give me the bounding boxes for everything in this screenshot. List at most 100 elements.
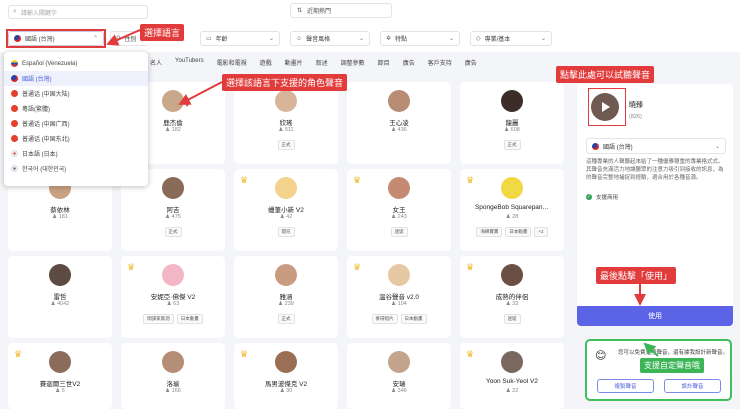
voice-card-uses-value: 436 bbox=[397, 127, 407, 133]
voice-card[interactable]: ♛ 女王 ♟ 243 迷诞 bbox=[347, 169, 451, 251]
voice-card[interactable]: ♛ 溫谷聲音 v2.0 ♟ 104 麥環唱片 日本動畫 bbox=[347, 256, 451, 338]
use-button[interactable]: 使用 bbox=[577, 306, 733, 326]
voice-card[interactable]: ♛ SpongeBob Squarepan… ♟ 28 海綿寶寶 日本動畫 +2 bbox=[460, 169, 564, 251]
crown-icon: ♛ bbox=[14, 349, 23, 359]
language-option[interactable]: 普通话 (中国东北) bbox=[4, 131, 148, 146]
heart-icon[interactable]: ♥ bbox=[183, 102, 191, 110]
voice-card[interactable]: ♛ 安妮亞·佛傑 V2 ♟ 63 間諜家家酒 日本動畫 bbox=[121, 256, 225, 338]
tab-9[interactable]: 客戶支持 bbox=[428, 58, 452, 72]
sort-dropdown[interactable]: ⇅ 近期熱門 bbox=[290, 3, 392, 18]
search-input[interactable]: ⌕ 請輸入關鍵字 bbox=[8, 5, 148, 19]
tab-0[interactable]: 名人 bbox=[150, 58, 162, 72]
voice-tag: 正式 bbox=[277, 140, 295, 150]
category-tabs: 名人 YouTubers 電影和電視 遊戲 動畫片 叙述 調整參數 節目 廣告 客戶支持 廣告 bbox=[150, 58, 570, 72]
voice-card-tags: 正式 bbox=[121, 227, 225, 237]
avatar bbox=[162, 264, 184, 286]
ve-flag-icon bbox=[11, 60, 18, 67]
voice-card[interactable]: 雅涵 ♟ 239 正式 bbox=[234, 256, 338, 338]
filter-feature[interactable]: ✲ 特點 ⌄ bbox=[380, 31, 460, 46]
voice-card[interactable]: 欣瑤 ♟ 511 正式 bbox=[234, 82, 338, 164]
cn-flag-icon bbox=[11, 135, 18, 142]
highlight-preview-avatar bbox=[588, 88, 626, 126]
design-voice-button[interactable]: 設計聲音 bbox=[664, 379, 721, 393]
tw-flag-icon bbox=[11, 75, 18, 82]
voice-card-tags: 迷诞 bbox=[460, 314, 564, 324]
language-option-label: Español (Venezuela) bbox=[22, 60, 78, 67]
voice-card[interactable]: 洛瑜 ♟ 166 bbox=[121, 343, 225, 409]
language-option[interactable]: 國語 (台灣) bbox=[4, 71, 148, 86]
voice-card-name: 龍麗 bbox=[505, 120, 519, 127]
filter-style[interactable]: ☺ 聲音風格 ⌄ bbox=[290, 31, 370, 46]
tab-4[interactable]: 動畫片 bbox=[285, 58, 303, 72]
calendar-icon: ▭ bbox=[206, 36, 212, 42]
voice-tag: 麥環唱片 bbox=[371, 314, 398, 324]
voice-tag: 日本動畫 bbox=[505, 227, 532, 237]
tab-2[interactable]: 電影和電視 bbox=[217, 58, 247, 72]
avatar bbox=[388, 90, 410, 112]
voice-card-name: 成熟的伴侶 bbox=[495, 294, 529, 301]
mood-icon: ☺ bbox=[296, 35, 303, 42]
custom-voice-text: 您可以免費克隆聲音，還有據我設計新聲音。 bbox=[618, 350, 729, 356]
sort-label: 近期熱門 bbox=[307, 9, 332, 15]
voice-tag: 迷诞 bbox=[390, 227, 408, 237]
language-option[interactable]: 한국어 (대한민국) bbox=[4, 161, 148, 176]
language-option[interactable]: 日本語 (日本) bbox=[4, 146, 148, 161]
language-option[interactable]: Español (Venezuela) bbox=[4, 56, 148, 71]
voice-card[interactable]: ♛ 馬男波傑克 V2 ♟ 30 bbox=[234, 343, 338, 409]
voice-card-name: 欣瑤 bbox=[279, 120, 293, 127]
tab-5[interactable]: 叙述 bbox=[316, 58, 328, 72]
search-placeholder: 請輸入關鍵字 bbox=[20, 10, 57, 17]
language-option[interactable]: 普通话 (中国广西) bbox=[4, 116, 148, 131]
chevron-down-icon: ⌄ bbox=[268, 36, 274, 42]
tab-8[interactable]: 廣告 bbox=[403, 58, 415, 72]
language-option[interactable]: 粵語(繁體) bbox=[4, 101, 148, 116]
voice-card-name: 洛瑜 bbox=[166, 381, 180, 388]
filter-age[interactable]: ▭ 年齡 ⌄ bbox=[200, 31, 280, 46]
voice-card-uses: ♟ 5 bbox=[8, 388, 112, 394]
tab-3[interactable]: 遊戲 bbox=[260, 58, 272, 72]
voice-card-uses-value: 104 bbox=[397, 301, 407, 307]
voice-card[interactable]: ♛ 蠟筆小新 V2 ♟ 42 開兄 bbox=[234, 169, 338, 251]
voice-card-tags: 海綿寶寶 日本動畫 +2 bbox=[460, 227, 564, 237]
voice-card-uses: ♟ 63 bbox=[121, 301, 225, 307]
cn-flag-icon bbox=[11, 105, 18, 112]
tab-1[interactable]: YouTubers bbox=[175, 58, 204, 72]
voice-card-uses: ♟ 511 bbox=[234, 127, 338, 133]
filter-gender-label: 性別 bbox=[124, 37, 137, 43]
voice-tag: 正式 bbox=[164, 227, 182, 237]
clone-voice-button[interactable]: 複製聲音 bbox=[597, 379, 654, 393]
tab-10[interactable]: 廣告 bbox=[465, 58, 477, 72]
voice-tag: 正式 bbox=[503, 140, 521, 150]
check-icon: ✓ bbox=[586, 194, 592, 200]
callout-select-voice: 選擇該語言下支援的角色聲音 bbox=[222, 74, 348, 91]
language-option-label: 普通话 (中国大陆) bbox=[22, 92, 70, 98]
voice-card-uses: ♟ 42 bbox=[234, 214, 338, 220]
voice-card-uses: ♟ 475 bbox=[121, 214, 225, 220]
avatar bbox=[162, 177, 184, 199]
voice-card[interactable]: ♛ Yoon Suk-Yeol V2 ♟ 22 bbox=[460, 343, 564, 409]
panel-language-select[interactable]: 國語 (台灣) ⌄ bbox=[586, 138, 726, 154]
cn-flag-icon bbox=[11, 90, 18, 97]
voice-card[interactable]: 龍麗 ♟ 608 正式 bbox=[460, 82, 564, 164]
language-option-label: 日本語 (日本) bbox=[22, 152, 58, 158]
tab-7[interactable]: 節目 bbox=[378, 58, 390, 72]
language-option[interactable]: 普通话 (中国大陆) bbox=[4, 86, 148, 101]
voice-card-name: 安瑞 bbox=[392, 381, 406, 388]
voice-card[interactable]: 雷哲 ♟ 4042 bbox=[8, 256, 112, 338]
avatar bbox=[388, 264, 410, 286]
voice-card[interactable]: ♛ 賽迦爾三世V2 ♟ 5 bbox=[8, 343, 112, 409]
voice-card-uses: ♟ 4042 bbox=[8, 301, 112, 307]
avatar bbox=[49, 351, 71, 373]
voice-card-uses-value: 4042 bbox=[57, 301, 70, 307]
voice-tag: 正式 bbox=[277, 314, 295, 324]
voice-card[interactable]: 安瑞 ♟ 346 bbox=[347, 343, 451, 409]
avatar bbox=[501, 264, 523, 286]
tab-6[interactable]: 調整參數 bbox=[341, 58, 365, 72]
voice-card[interactable]: 王心凌 ♟ 436 bbox=[347, 82, 451, 164]
filter-style-label: 聲音風格 bbox=[306, 37, 331, 43]
voice-card-name: Yoon Suk-Yeol V2 bbox=[486, 378, 538, 385]
voice-card[interactable]: ♛ 成熟的伴侶 ♟ 33 迷诞 bbox=[460, 256, 564, 338]
filter-pro[interactable]: ◇ 專業/基本 ⌄ bbox=[470, 31, 552, 46]
voice-card-tags: 正式 bbox=[460, 140, 564, 150]
language-option-label: 普通话 (中国广西) bbox=[22, 122, 70, 128]
